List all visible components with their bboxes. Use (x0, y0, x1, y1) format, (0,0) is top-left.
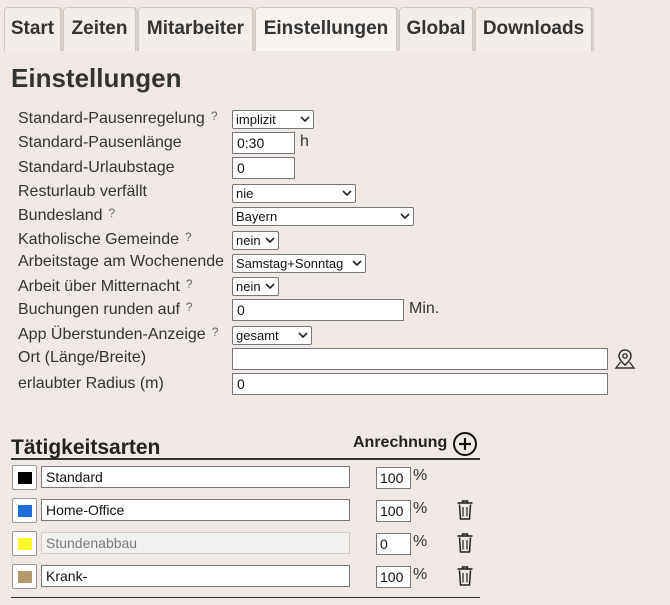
overtime-display-label: App Überstunden-Anzeige? (18, 325, 219, 343)
activity-color-fill (18, 571, 32, 583)
percent-unit: % (413, 467, 428, 484)
percent-unit: % (413, 500, 428, 517)
weekend-days-select[interactable]: Samstag+Sonntag (232, 254, 366, 273)
chevron-down-icon (342, 190, 352, 197)
rounding-label: Buchungen runden auf? (18, 300, 193, 318)
percent-unit: % (413, 566, 428, 583)
chevron-down-icon (300, 116, 310, 123)
location-label: Ort (Länge/Breite) (18, 349, 147, 366)
chevron-down-icon (400, 213, 410, 220)
radius-input[interactable] (232, 373, 608, 395)
vacation-expiry-label: Resturlaub verfällt (18, 183, 147, 200)
trash-icon[interactable] (456, 499, 474, 521)
activity-color-fill (18, 505, 32, 517)
tab-zeiten[interactable]: Zeiten (63, 7, 136, 51)
rounding-input[interactable] (232, 299, 404, 321)
pause-length-label: Standard-Pausenlänge (18, 134, 182, 151)
activity-color-swatch[interactable] (12, 564, 37, 589)
vacation-days-input[interactable] (232, 157, 295, 179)
midnight-select[interactable]: nein (232, 277, 279, 296)
page-title: Einstellungen (11, 63, 182, 93)
state-select[interactable]: Bayern (232, 207, 414, 226)
trash-icon[interactable] (456, 532, 474, 554)
chevron-down-icon (352, 260, 362, 267)
activity-color-swatch[interactable] (12, 531, 37, 556)
catholic-label: Katholische Gemeinde? (18, 230, 192, 248)
vacation-days-label: Standard-Urlaubstage (18, 159, 175, 176)
chevron-down-icon (265, 237, 275, 244)
overtime-display-select[interactable]: gesamt (232, 326, 312, 345)
map-location-icon[interactable] (614, 348, 636, 370)
activity-percent-input[interactable] (376, 467, 411, 489)
state-label: Bundesland? (18, 206, 116, 224)
radius-label: erlaubter Radius (m) (18, 375, 164, 392)
activity-name-input[interactable] (41, 565, 350, 587)
help-icon[interactable]: ? (211, 109, 218, 123)
help-icon[interactable]: ? (186, 277, 193, 291)
activity-percent-input[interactable] (376, 500, 411, 522)
location-input[interactable] (232, 348, 608, 370)
activity-name-input[interactable] (41, 532, 350, 554)
weekend-days-label: Arbeitstage am Wochenende (18, 253, 225, 270)
activities-title: Tätigkeitsarten (11, 436, 161, 459)
catholic-select[interactable]: nein (232, 231, 279, 250)
accounting-label: Anrechnung (353, 434, 448, 451)
help-icon[interactable]: ? (185, 230, 192, 244)
pause-rule-select[interactable]: implizit (232, 110, 314, 129)
help-icon[interactable]: ? (186, 300, 193, 314)
chevron-down-icon (298, 332, 308, 339)
percent-unit: % (413, 533, 428, 550)
help-icon[interactable]: ? (212, 325, 219, 339)
trash-icon[interactable] (456, 565, 474, 587)
tab-mitarbeiter[interactable]: Mitarbeiter (138, 7, 253, 51)
help-icon[interactable]: ? (109, 206, 116, 220)
add-activity-icon[interactable] (452, 431, 478, 457)
activity-color-swatch[interactable] (12, 498, 37, 523)
midnight-label: Arbeit über Mitternacht? (18, 277, 193, 295)
activity-percent-input[interactable] (376, 533, 411, 555)
activities-header-rule (11, 458, 480, 460)
rounding-unit: Min. (409, 300, 440, 317)
pause-rule-label: Standard-Pausenregelung? (18, 109, 218, 127)
tab-start[interactable]: Start (4, 7, 61, 51)
tab-global[interactable]: Global (399, 7, 473, 51)
activity-name-input[interactable] (41, 499, 350, 521)
pause-length-unit: h (300, 133, 309, 150)
tab-downloads[interactable]: Downloads (475, 7, 592, 51)
activities-footer-rule (11, 597, 480, 598)
tab-einstellungen[interactable]: Einstellungen (255, 7, 397, 51)
activity-color-fill (18, 538, 32, 550)
chevron-down-icon (265, 283, 275, 290)
activity-color-fill (18, 472, 32, 484)
activity-name-input[interactable] (41, 466, 350, 488)
vacation-expiry-select[interactable]: nie (232, 184, 356, 203)
activity-color-swatch[interactable] (12, 465, 37, 490)
pause-length-input[interactable] (232, 132, 295, 154)
activity-percent-input[interactable] (376, 566, 411, 588)
